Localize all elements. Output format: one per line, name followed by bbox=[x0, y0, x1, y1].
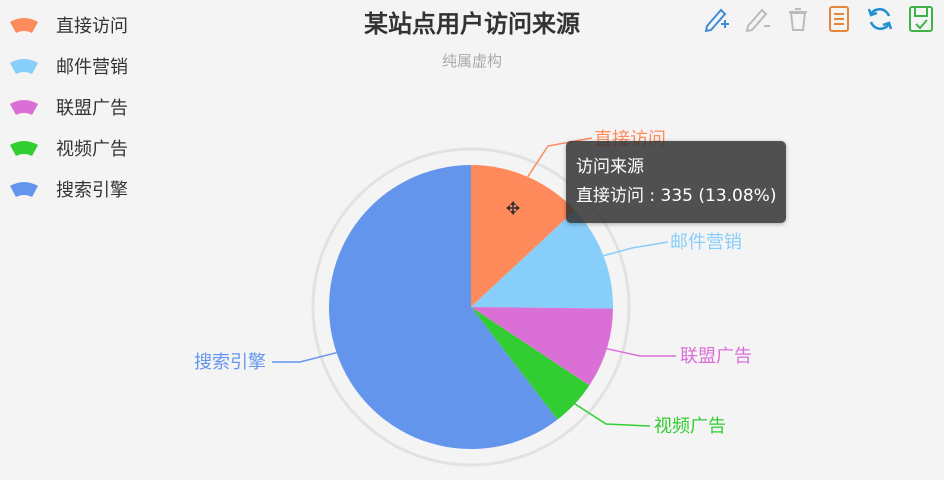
label-leader-line bbox=[606, 347, 676, 357]
slice-label: 视频广告 bbox=[654, 416, 726, 437]
slice-label: 联盟广告 bbox=[680, 346, 752, 367]
label-leader-line bbox=[272, 351, 337, 363]
label-leader-line bbox=[603, 241, 669, 257]
pie-chart: 直接访问邮件营销联盟广告视频广告搜索引擎 bbox=[194, 129, 752, 467]
tooltip: 访问来源 直接访问 : 335 (13.08%) bbox=[566, 141, 787, 223]
slice-label: 邮件营销 bbox=[670, 232, 742, 253]
tooltip-title: 访问来源 bbox=[576, 157, 644, 177]
slice-label: 搜索引擎 bbox=[194, 352, 266, 373]
tooltip-value: 直接访问 : 335 (13.08%) bbox=[576, 186, 777, 206]
